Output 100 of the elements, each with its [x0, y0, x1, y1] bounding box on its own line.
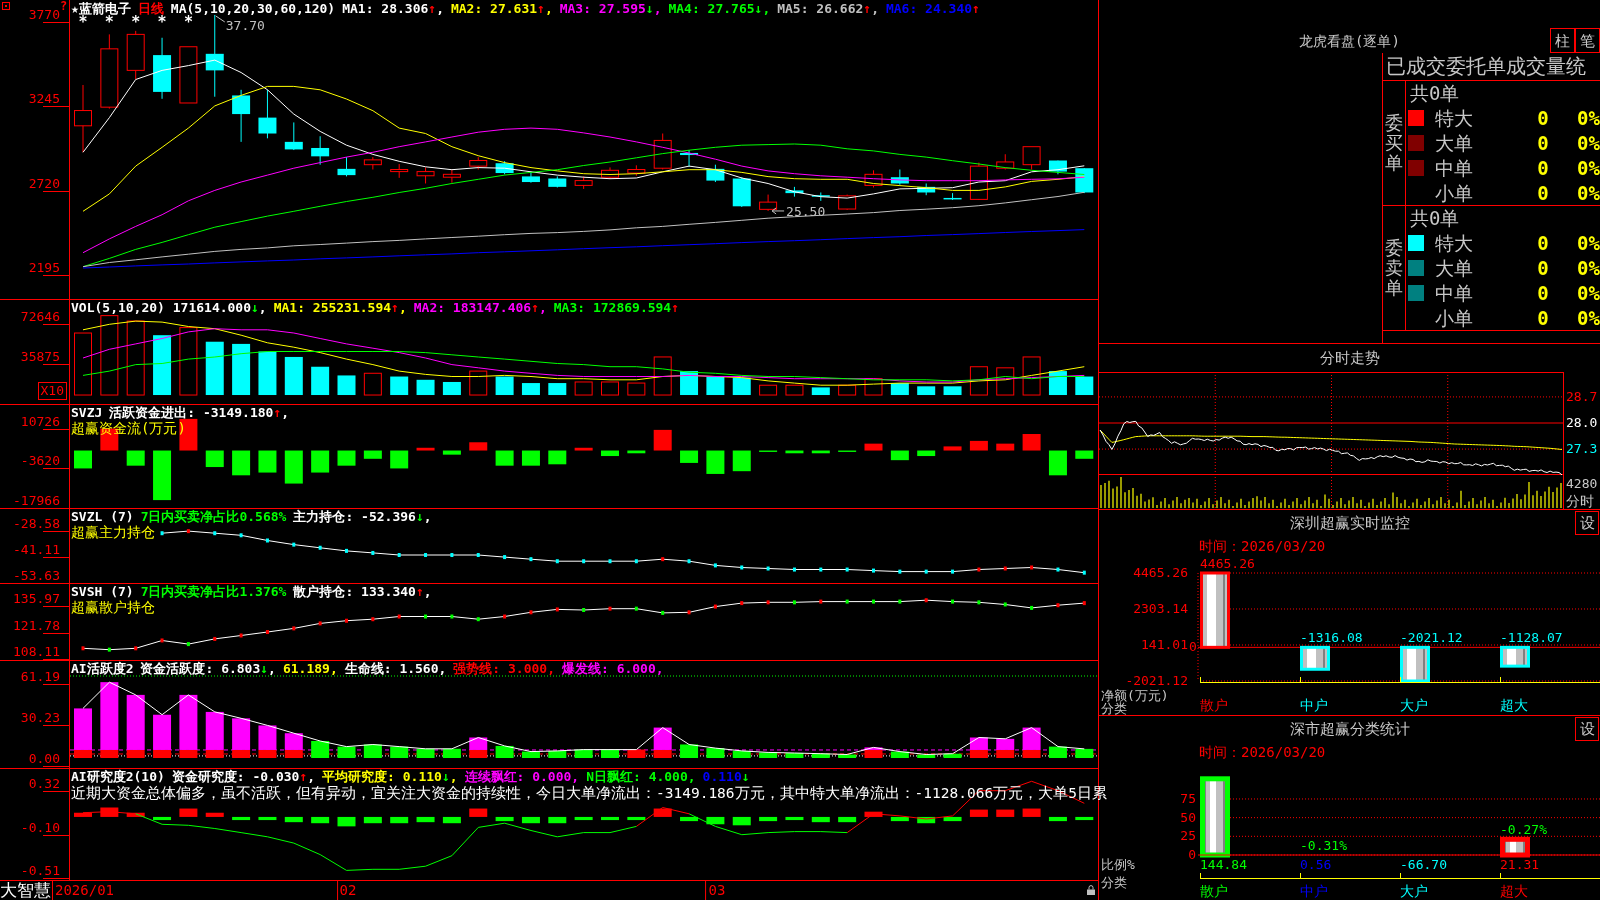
legend-text: SVZL (7) [71, 509, 134, 524]
legend-text: 7日内买卖净占比0.568% [140, 509, 287, 524]
category-label: 中户 [1300, 883, 1328, 899]
legend-text: 强势线: 3.000, [453, 661, 555, 676]
legend-text: 主力持仓: -52.396 [293, 509, 416, 524]
legend-text: 生命线: 1.560, [344, 661, 447, 676]
legend-text: 活跃资金进出: -3149.180 [109, 405, 274, 420]
axis-label: -3620 [20, 453, 60, 470]
axis-label: 0.32 [28, 776, 60, 793]
axis-label: 3770 [28, 6, 60, 23]
axis-label: 61.19 [20, 669, 60, 685]
legend-text: MA(5,10,20,30,60,120) [170, 1, 336, 16]
time-label: 时间：2026/03/20 [1199, 743, 1326, 761]
section-title: 分时走势 [1319, 349, 1380, 367]
legend-text: 平均研究度: 0.110 [322, 769, 442, 784]
trend-arrow: ↓ [441, 769, 450, 784]
signal-mark: * [157, 13, 167, 31]
order-count: 0 [1537, 132, 1549, 154]
legend-separator: , [398, 300, 407, 315]
amount-label: 144.84 [1200, 857, 1247, 873]
trend-arrow: ↑ [428, 1, 437, 16]
category-label: 大户 [1400, 697, 1428, 713]
order-count: 0 [1537, 257, 1549, 279]
legend-separator: , [653, 1, 662, 16]
order-count: 0 [1537, 156, 1549, 179]
order-percent: 0% [1577, 107, 1600, 130]
trend-arrow: ↑ [391, 300, 399, 315]
signal-mark: * [78, 13, 88, 31]
legend-text: 7日内买卖净占比1.376% [140, 584, 287, 599]
amount-label: -66.70 [1400, 857, 1447, 873]
axis-title: 比例% [1101, 858, 1135, 871]
legend-text: 61.189, [282, 661, 338, 676]
axis-label: -0.10 [20, 820, 60, 837]
order-percent: 0% [1577, 257, 1600, 279]
axis-label: 35875 [20, 349, 60, 365]
change-label: -0.31% [1300, 838, 1347, 854]
category-label: 超大 [1500, 697, 1528, 713]
axis-label: 3245 [28, 91, 60, 108]
group-label: 委买单 [1385, 113, 1403, 173]
order-size-label: 中单 [1434, 156, 1473, 179]
order-count: 0 [1537, 107, 1549, 130]
legend-separator: , [871, 1, 879, 16]
legend-separator: , [762, 1, 771, 16]
order-count: 0 [1537, 306, 1549, 329]
axis-label: -53.63 [13, 568, 60, 584]
order-count: 0 [1537, 181, 1549, 204]
legend-separator: , [258, 300, 267, 315]
legend-separator: , [423, 509, 432, 524]
legend-text: 资金研究度: -0.030 [171, 769, 300, 784]
legend-separator: , [544, 1, 553, 16]
axis-label: 0 [1188, 847, 1196, 863]
order-size-label: 特大 [1434, 107, 1473, 130]
date-label: 2026/01 [52, 881, 114, 900]
trend-arrow: ↑ [863, 1, 872, 16]
category-label: 超大 [1500, 883, 1528, 899]
order-size-label: 大单 [1434, 257, 1473, 279]
annotation: 25.50 [786, 203, 826, 219]
signal-mark: * [104, 13, 114, 31]
volume-scale-label: 4280 [1566, 476, 1598, 492]
amount-label: 21.31 [1500, 857, 1540, 873]
value-label: -2021.12 [1400, 630, 1463, 647]
category-label: 散户 [1200, 697, 1228, 713]
legend-text: MA3: 172869.594 [553, 300, 672, 315]
axis-label: 72646 [20, 309, 60, 325]
legend-text: MA5: 26.662 [777, 1, 864, 16]
trend-arrow: ↑ [415, 584, 424, 599]
date-label: 03 [705, 881, 726, 900]
trend-arrow: ↓ [251, 300, 259, 315]
axis-label: 50 [1180, 809, 1196, 826]
mode-label: 分时 [1566, 493, 1594, 509]
legend-text: AI研究度2(10) [71, 769, 165, 784]
legend-text: MA2: 27.631 [450, 1, 538, 16]
group-label: 委卖单 [1385, 238, 1403, 298]
unit-multiplier: X10 [37, 382, 67, 400]
trend-arrow: ↓ [260, 661, 269, 676]
signal-mark: * [183, 13, 193, 31]
legend-text: ★蓝箭电子 [71, 1, 131, 16]
legend-text: MA1: 28.306 [342, 1, 429, 16]
order-count: 0 [1537, 281, 1549, 304]
order-total: 共0单 [1410, 82, 1460, 105]
change-label: -0.27% [1500, 822, 1547, 839]
axis-title: 分类 [1101, 702, 1127, 715]
price-label: 25.50 [771, 203, 826, 219]
trend-arrow: ↑ [972, 1, 980, 16]
legend-text: MA3: 27.595 [559, 1, 646, 16]
axis-label: -2021.12 [1125, 673, 1188, 689]
order-count: 0 [1537, 232, 1549, 255]
category-label: 中户 [1300, 697, 1328, 713]
axis-label: 121.78 [13, 618, 60, 635]
legend-text: 连续飘红: 0.000, [464, 769, 580, 784]
axis-label: 30.23 [20, 710, 60, 727]
legend-text: 资金活跃度: 6.803 [140, 661, 261, 676]
legend-separator: , [538, 300, 547, 315]
legend-text: MA4: 27.765 [668, 1, 755, 16]
order-size-label: 特大 [1434, 232, 1473, 255]
legend-separator: , [449, 769, 458, 784]
legend-text: MA1: 255231.594 [273, 300, 392, 315]
axis-label: 4465.26 [1133, 565, 1188, 581]
axis-label: -41.11 [13, 542, 60, 558]
axis-title: 净额(万元) [1101, 689, 1169, 702]
